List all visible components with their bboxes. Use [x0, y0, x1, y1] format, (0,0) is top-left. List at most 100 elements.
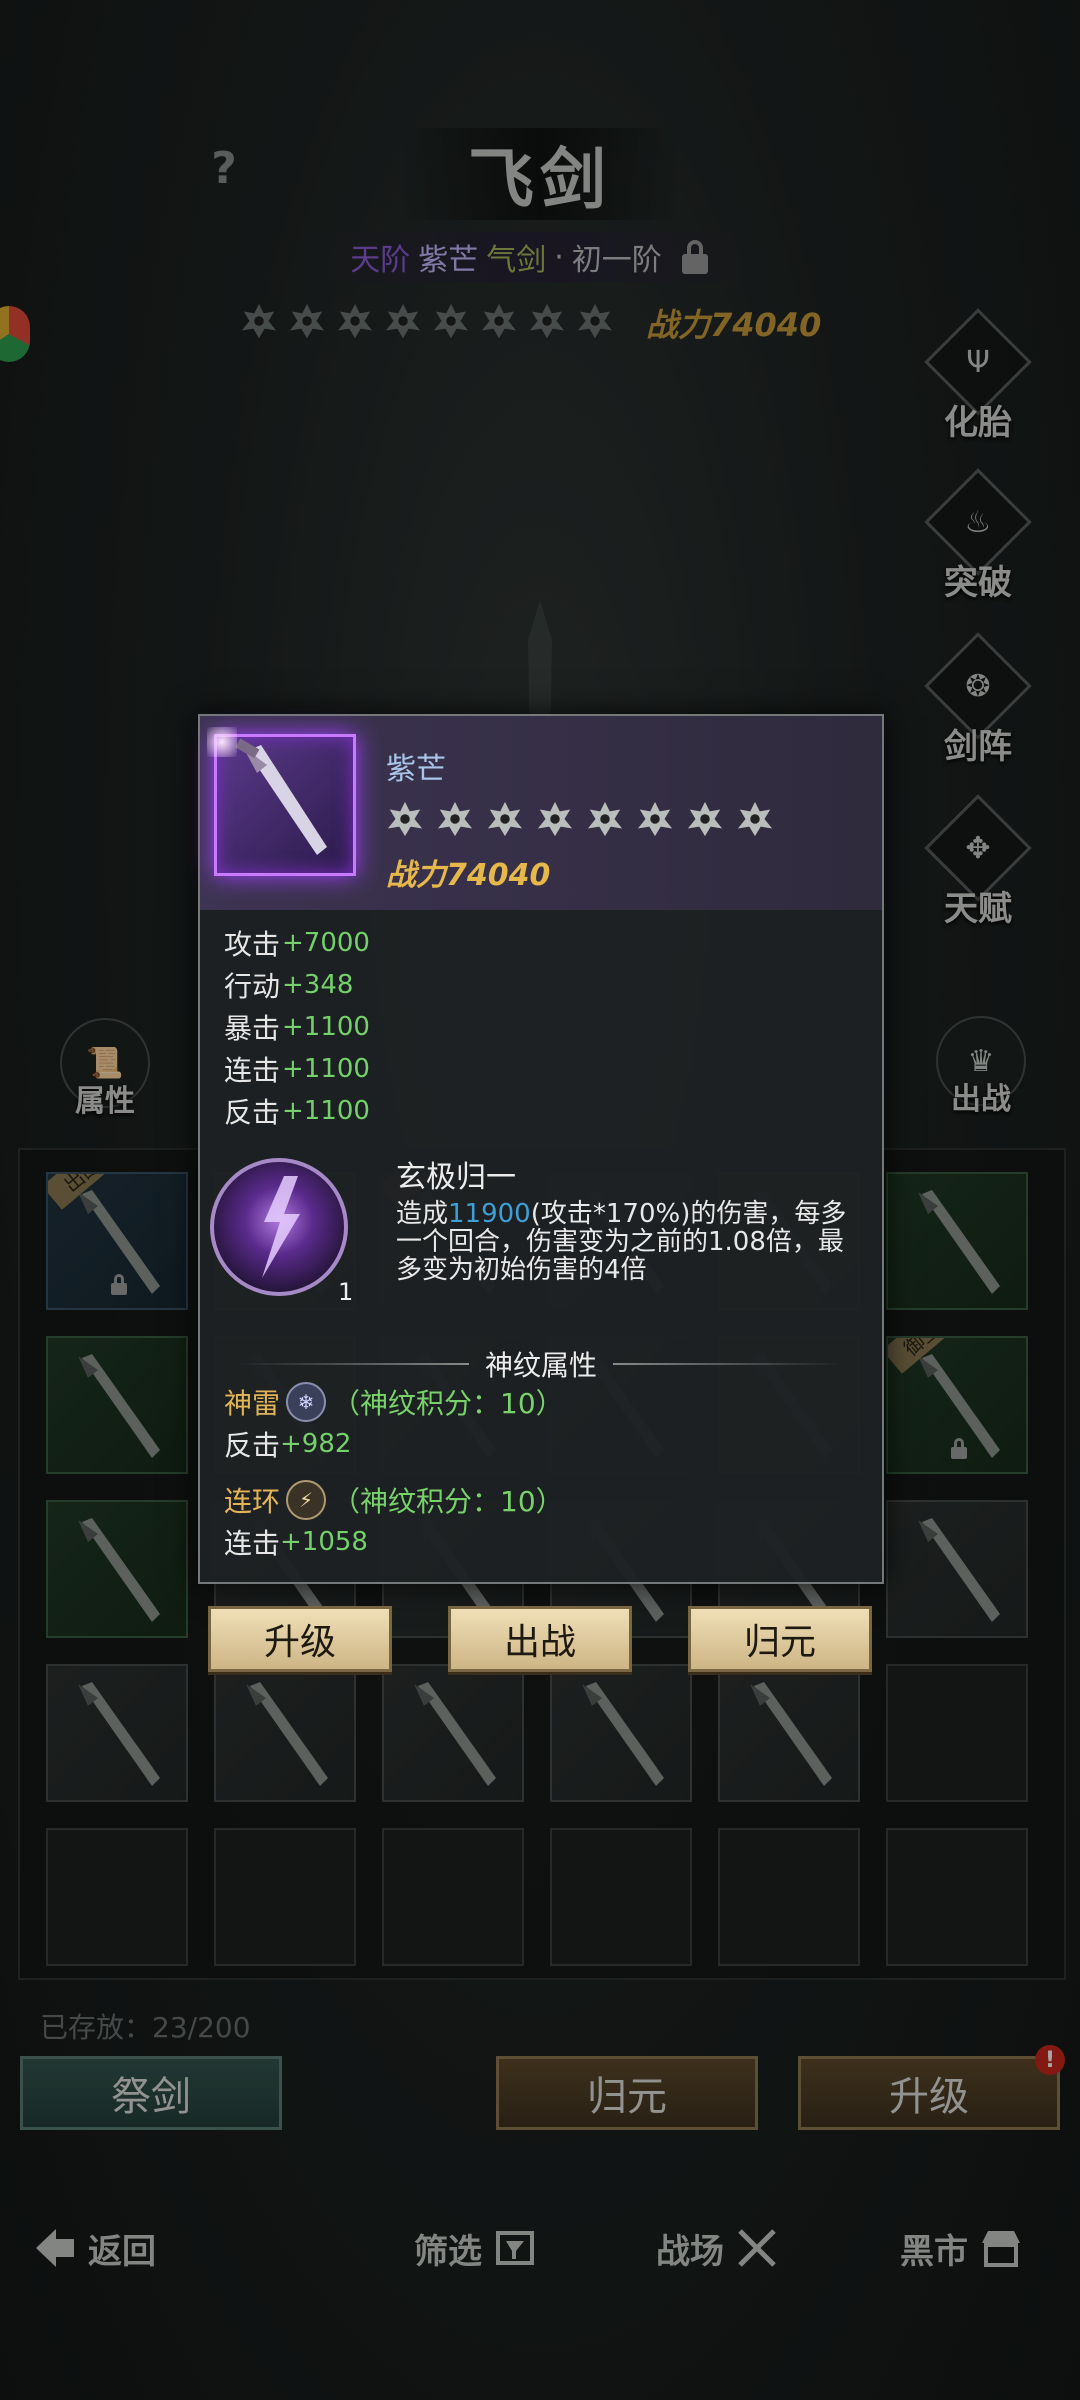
back-arrow-icon: [36, 2229, 74, 2267]
sword-name: 紫芒: [418, 243, 479, 278]
sword-slot[interactable]: [46, 1336, 188, 1474]
star-icon: [576, 302, 614, 344]
thunder-rune-icon: ❄: [286, 1382, 327, 1422]
star-rating: [240, 302, 614, 344]
breakthrough-button[interactable]: ♨ 突破: [924, 468, 1032, 603]
dot-separator: ·: [554, 239, 564, 275]
sword-slot[interactable]: [46, 1664, 188, 1802]
lock-icon[interactable]: [680, 240, 710, 274]
stat-row: 攻击 +7000: [224, 928, 370, 961]
popup-header: 紫芒 战力74040: [200, 716, 882, 910]
trident-icon: Ψ: [966, 344, 990, 380]
empty-slot[interactable]: [718, 1828, 860, 1966]
notification-badge: !: [1035, 2045, 1065, 2075]
sword-icon: [246, 1682, 328, 1786]
chain-rune-icon: ⚡: [286, 1480, 327, 1520]
star-icon: [240, 302, 278, 344]
upgrade-label: 升级: [889, 2074, 969, 2120]
empty-slot[interactable]: [382, 1828, 524, 1966]
nav-battlefield[interactable]: 战场: [656, 2218, 782, 2278]
star-icon: [384, 302, 422, 344]
nav-filter[interactable]: 筛选: [414, 2218, 540, 2278]
reincarnate-button[interactable]: Ψ 化胎: [924, 308, 1032, 443]
skill-damage-value: 11900: [448, 1199, 531, 1229]
skill-level: 1: [338, 1278, 354, 1306]
shop-icon: [982, 2231, 1020, 2267]
popup-star-rating: [386, 800, 774, 842]
filter-icon: [496, 2231, 534, 2265]
return-button[interactable]: 归元: [496, 2056, 758, 2130]
stat-row: 连击 +1100: [224, 1054, 370, 1087]
nav-market-label: 黑市: [900, 2231, 968, 2272]
crossed-swords-icon: [738, 2229, 776, 2267]
popup-combat-power: 战力74040: [386, 858, 551, 893]
empty-slot[interactable]: [886, 1664, 1028, 1802]
sacrifice-button[interactable]: 祭剑: [20, 2056, 282, 2130]
attributes-label: 属性: [75, 1084, 135, 1119]
tier-label: 天阶: [350, 243, 411, 278]
nav-back[interactable]: 返回: [30, 2218, 156, 2278]
skill-description: 造成11900(攻击*170%)的伤害，每多一个回合，伤害变为之前的1.08倍，…: [396, 1199, 847, 1285]
sword-icon: [414, 1682, 496, 1786]
rune-thunder-stat: 反击 +982: [224, 1429, 352, 1462]
flame-icon: ♨: [964, 504, 992, 540]
nav-market[interactable]: 黑市: [900, 2218, 1026, 2278]
star-icon: [386, 800, 424, 842]
upgrade-button[interactable]: 升级 !: [798, 2045, 1065, 2130]
formation-label: 剑阵: [944, 727, 1012, 767]
stage-label: 初一阶: [571, 243, 662, 278]
stats-list: 攻击 +7000 行动 +348 暴击 +1100 连击 +1100 反击 +1100: [224, 922, 370, 1132]
sword-slot[interactable]: [718, 1664, 860, 1802]
sword-slot[interactable]: [886, 1172, 1028, 1310]
deploy-side-label: 出战: [951, 1082, 1011, 1117]
sword-slot[interactable]: [214, 1664, 356, 1802]
nav-back-label: 返回: [88, 2231, 156, 2272]
rune-thunder: 神雷 ❄ （神纹积分：10）: [224, 1380, 564, 1424]
stat-row: 反击 +1100: [224, 1096, 370, 1129]
sword-slot[interactable]: [46, 1500, 188, 1638]
skill-name: 玄极归一: [396, 1160, 516, 1195]
lightning-skill-icon[interactable]: [210, 1158, 348, 1296]
star-icon: [432, 302, 470, 344]
sword-icon: [235, 738, 327, 855]
sword-slot[interactable]: [382, 1664, 524, 1802]
sword-slot[interactable]: 御主: [886, 1336, 1028, 1474]
stat-row: 行动 +348: [224, 970, 354, 1003]
wings-icon: ✥: [965, 830, 991, 866]
sword-icon: [918, 1518, 1000, 1622]
talent-label: 天赋: [944, 889, 1012, 929]
star-icon: [528, 302, 566, 344]
app-logo[interactable]: [0, 306, 30, 362]
star-icon: [436, 800, 474, 842]
sword-detail-popup: 紫芒 战力74040 攻击 +7000 行动 +348 暴击 +1100 连击 +1100 反击…: [198, 714, 884, 1584]
sword-icon: [750, 1682, 832, 1786]
star-icon: [480, 302, 518, 344]
star-icon: [486, 800, 524, 842]
sword-icon: [918, 1190, 1000, 1294]
popup-item-name: 紫芒: [386, 752, 446, 787]
sword-slot[interactable]: [886, 1500, 1028, 1638]
empty-slot[interactable]: [214, 1828, 356, 1966]
sword-subtitle: 天阶 紫芒 气剑 · 初一阶: [300, 232, 760, 282]
empty-slot[interactable]: [550, 1828, 692, 1966]
sword-slot[interactable]: 出战: [46, 1172, 188, 1310]
sword-icon: [78, 1354, 160, 1458]
popup-deploy-button[interactable]: 出战: [448, 1606, 632, 1672]
breakthrough-label: 突破: [944, 563, 1012, 603]
star-icon: [736, 800, 774, 842]
help-icon[interactable]: ?: [196, 140, 252, 196]
combat-power: 战力74040: [646, 306, 822, 344]
popup-upgrade-button[interactable]: 升级: [208, 1606, 392, 1672]
deploy-side-button[interactable]: ♛ 出战: [936, 1016, 1026, 1117]
empty-slot[interactable]: [46, 1828, 188, 1966]
formation-button[interactable]: ❂ 剑阵: [924, 632, 1032, 767]
lock-icon: [950, 1438, 968, 1460]
attributes-button[interactable]: 📜 属性: [60, 1018, 150, 1119]
talent-button[interactable]: ✥ 天赋: [924, 794, 1032, 929]
rune-chain-stat: 连击 +1058: [224, 1527, 368, 1560]
sword-type: 气剑: [486, 243, 547, 278]
empty-slot[interactable]: [886, 1828, 1028, 1966]
nav-filter-label: 筛选: [414, 2231, 482, 2272]
sword-slot[interactable]: [550, 1664, 692, 1802]
popup-return-button[interactable]: 归元: [688, 1606, 872, 1672]
